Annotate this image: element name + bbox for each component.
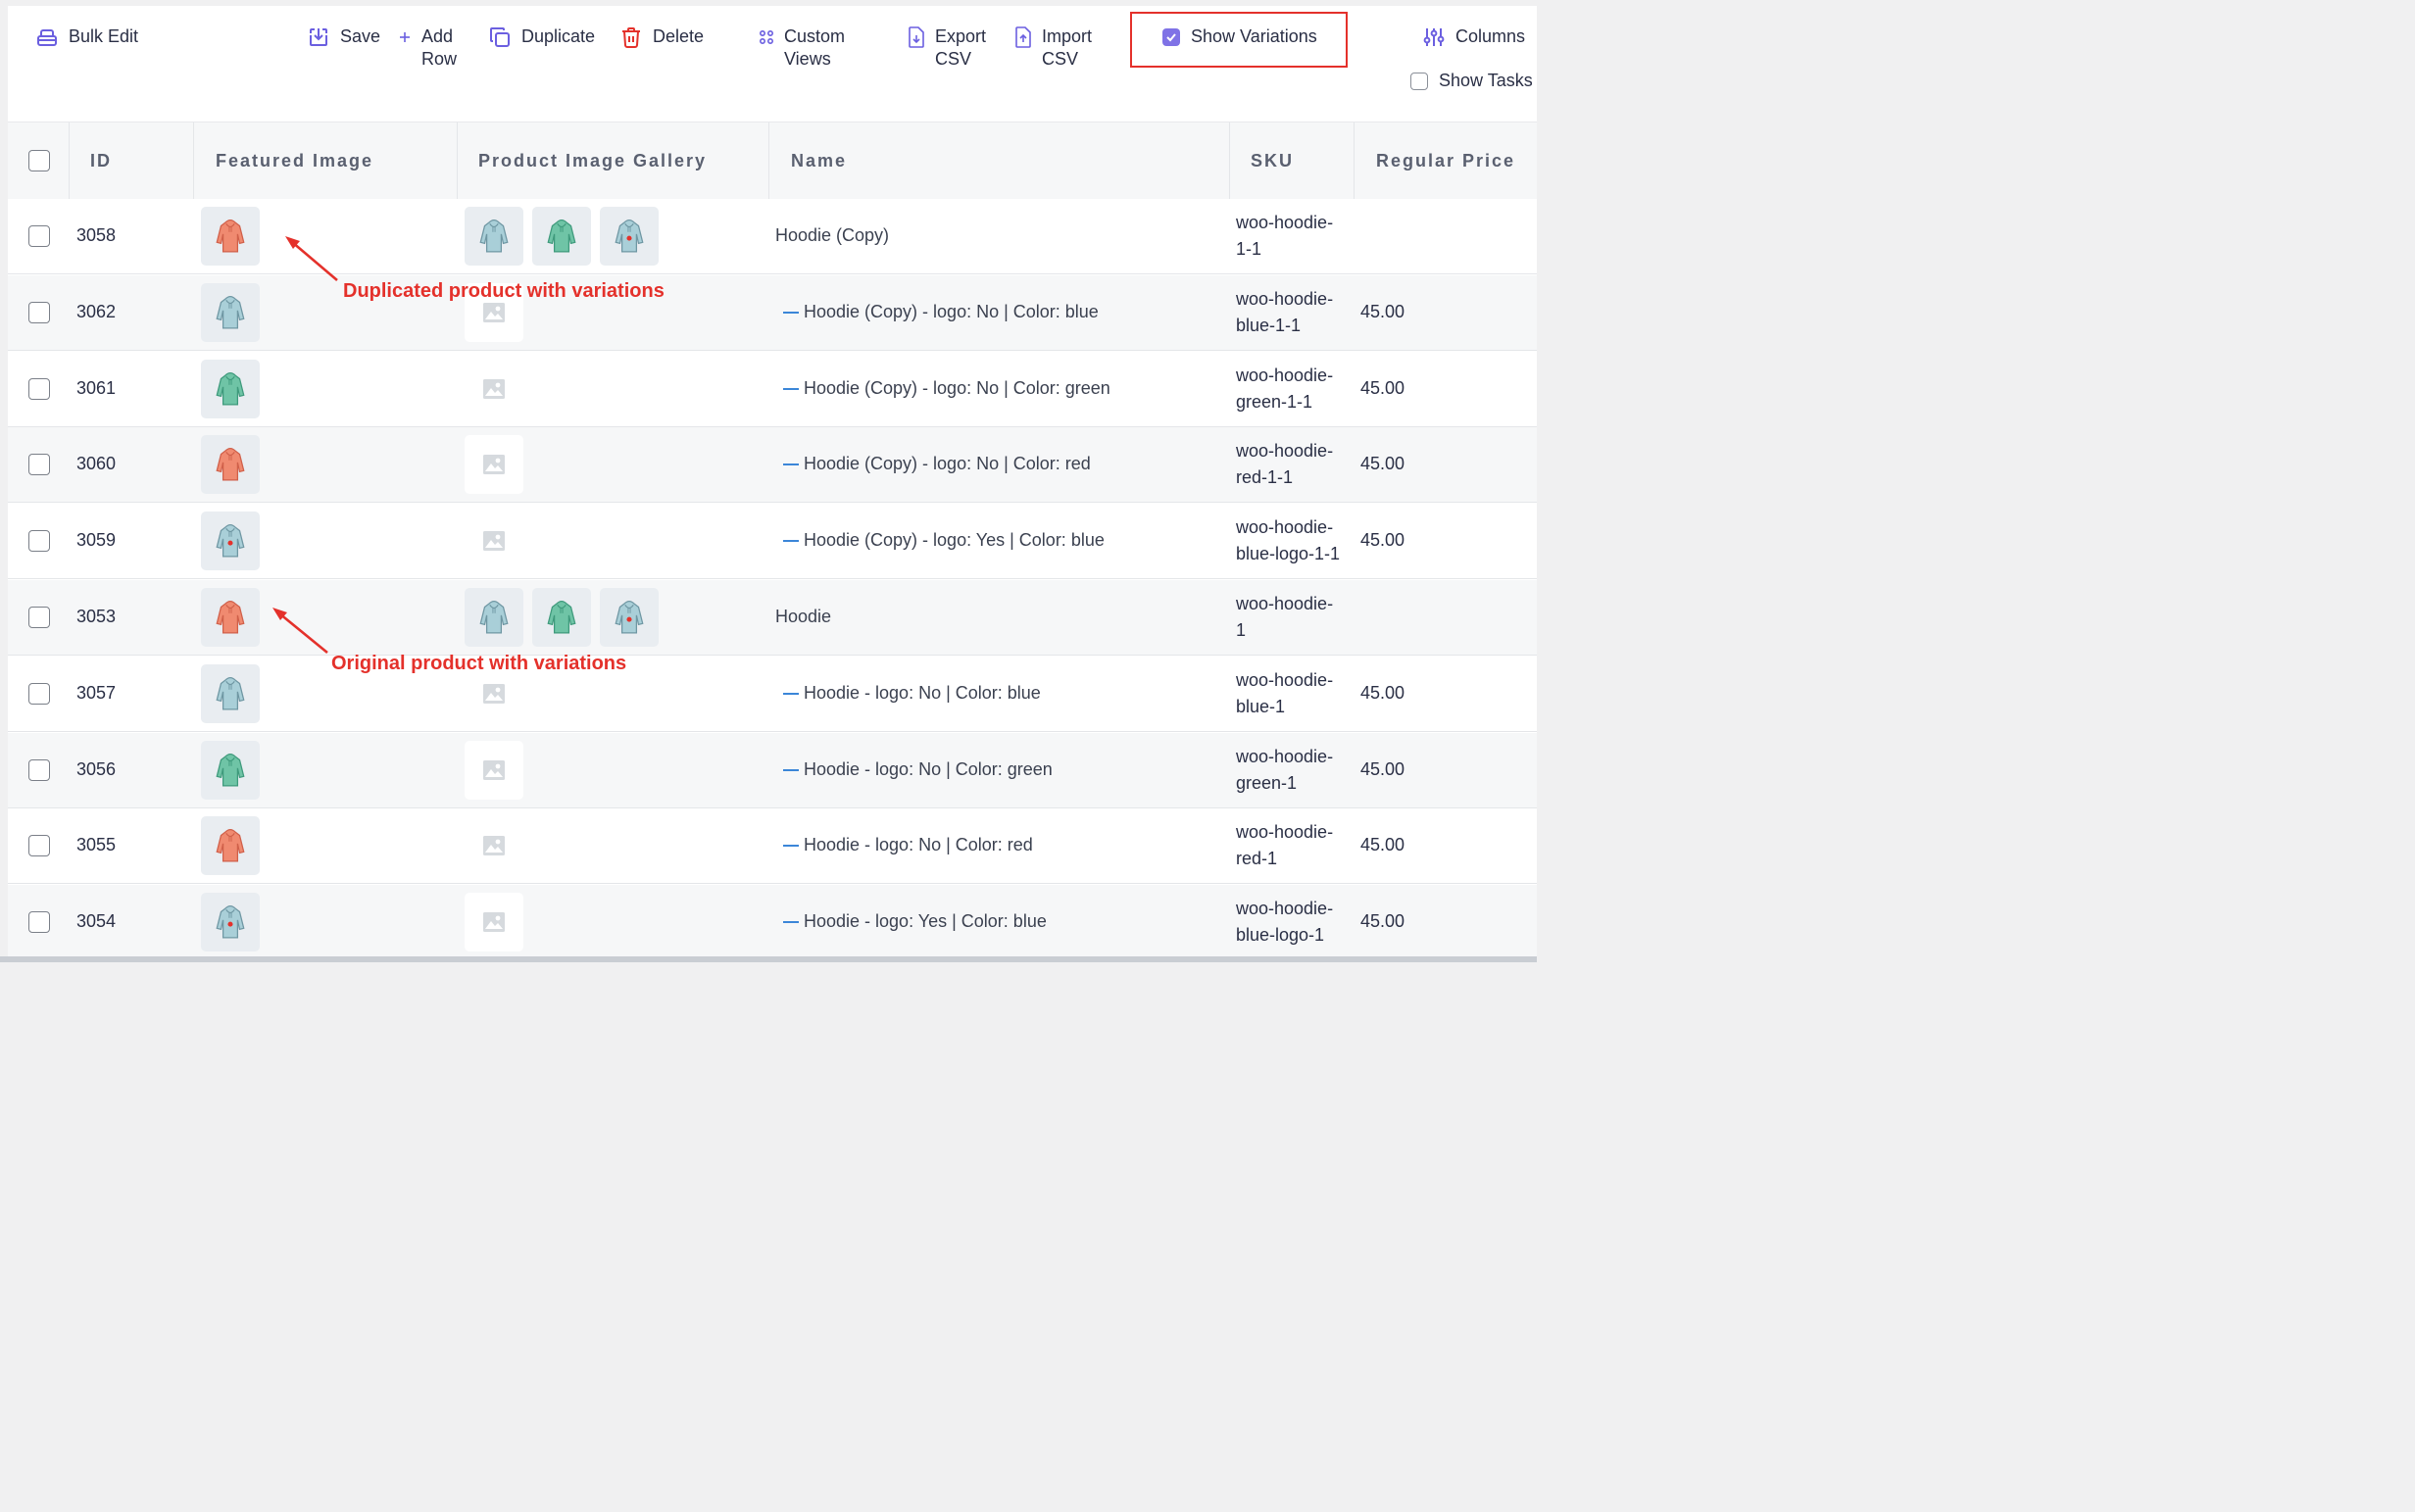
annotation-duplicated: Duplicated product with variations bbox=[343, 280, 665, 302]
annotation-arrows bbox=[272, 236, 338, 655]
horizontal-scrollbar[interactable] bbox=[0, 956, 1537, 962]
products-grid-panel: Bulk Edit Save Add Row Duplicate Delete … bbox=[8, 6, 1537, 956]
annotation-original: Original product with variations bbox=[331, 653, 627, 674]
